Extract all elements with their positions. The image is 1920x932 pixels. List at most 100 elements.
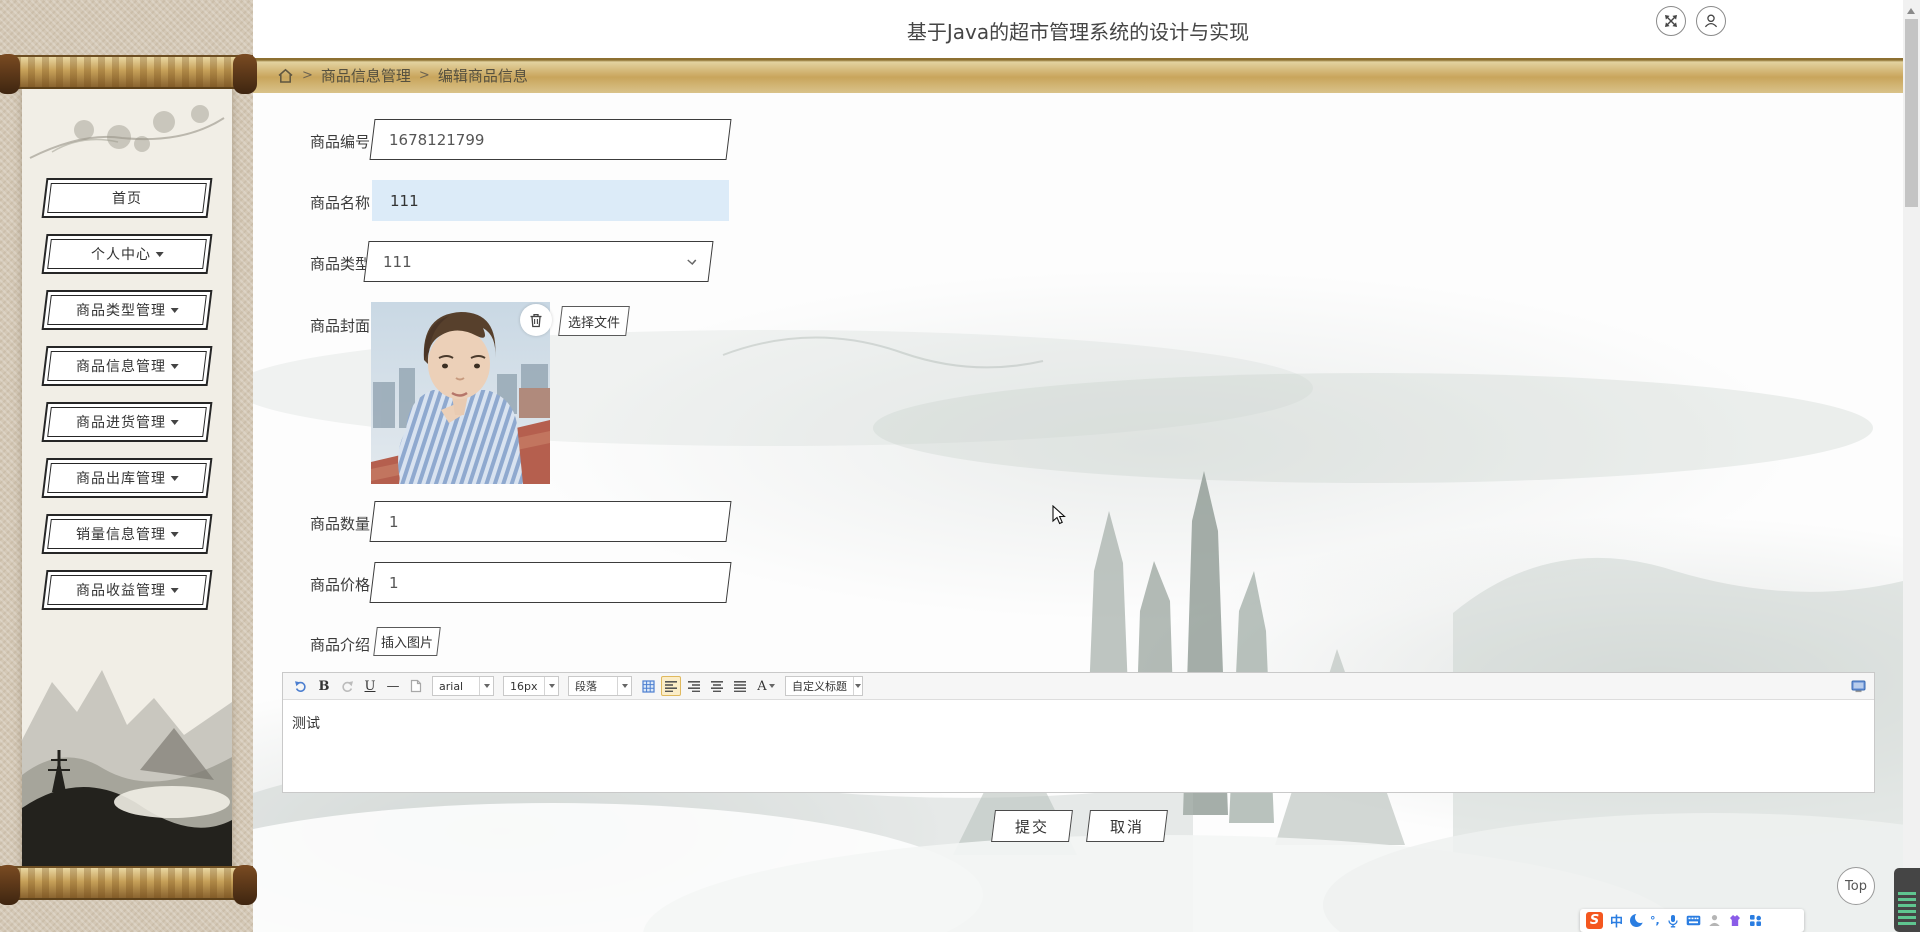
chevron-down-icon: [170, 364, 179, 373]
product-type-select[interactable]: 111: [363, 241, 714, 282]
chevron-down-icon: [768, 684, 775, 691]
product-name-field-frame: [372, 180, 729, 221]
sidebar-menu: 首页 个人中心 商品类型管理 商品信息管理 商品进货管理 商品出库管理 销量信息…: [41, 178, 213, 610]
sidebar-item-product-info-mgmt[interactable]: 商品信息管理: [41, 346, 213, 386]
chevron-down-icon: [170, 308, 179, 317]
chevron-down-icon: [479, 677, 493, 695]
sidebar-item-home[interactable]: 首页: [41, 178, 213, 218]
align-left-button[interactable]: [661, 676, 681, 696]
ime-toolbar: S 中 °,: [1580, 909, 1804, 932]
choose-file-button[interactable]: 选择文件: [558, 306, 630, 336]
fullscreen-button[interactable]: [1656, 6, 1686, 36]
paragraph-format-select[interactable]: 段落: [568, 676, 632, 696]
product-intro-label: 商品介绍: [310, 636, 371, 654]
delete-cover-button[interactable]: [520, 304, 552, 336]
sidebar-item-product-outbound-mgmt[interactable]: 商品出库管理: [41, 458, 213, 498]
align-justify-icon: [734, 681, 746, 692]
home-icon[interactable]: [277, 68, 294, 84]
table-icon: [641, 679, 655, 693]
product-cover-image: [371, 302, 552, 484]
trash-icon: [530, 313, 542, 327]
back-to-top-button[interactable]: Top: [1837, 867, 1875, 905]
monitor-icon: [1851, 680, 1865, 692]
bold-button[interactable]: B: [314, 676, 334, 696]
rich-text-editor: B U — arial 16px 段落 A 自定义标题 测试: [282, 672, 1875, 793]
main-area: 基于Java的超市管理系统的设计与实现 > 商品信息管理 > 编辑商品信息 商品…: [253, 0, 1903, 932]
insert-table-button[interactable]: [638, 676, 658, 696]
chevron-down-icon: [155, 252, 164, 261]
product-name-input[interactable]: [390, 191, 729, 210]
scrollbar[interactable]: [1903, 0, 1920, 932]
font-color-button[interactable]: A: [753, 676, 779, 696]
undo-button[interactable]: [291, 676, 311, 696]
page-icon: [410, 679, 422, 693]
chevron-down-icon: [170, 476, 179, 485]
chevron-down-icon: [853, 677, 862, 695]
align-left-icon: [665, 681, 677, 692]
apps-grid-icon[interactable]: [1749, 914, 1762, 927]
sidebar-item-product-type-mgmt[interactable]: 商品类型管理: [41, 290, 213, 330]
horizontal-rule-button[interactable]: —: [383, 676, 403, 696]
mouse-cursor: [1052, 505, 1066, 525]
sidebar-item-product-revenue-mgmt[interactable]: 商品收益管理: [41, 570, 213, 610]
font-family-select[interactable]: arial: [432, 676, 494, 696]
insert-image-button[interactable]: 插入图片: [373, 627, 441, 656]
chevron-down-icon: [687, 258, 697, 265]
underline-button[interactable]: U: [360, 676, 380, 696]
editor-toolbar: B U — arial 16px 段落 A 自定义标题: [283, 673, 1874, 700]
font-size-select[interactable]: 16px: [503, 676, 559, 696]
cancel-button[interactable]: 取消: [1086, 810, 1168, 842]
scroll-roller-bottom: [0, 865, 257, 905]
chevron-down-icon: [544, 677, 558, 695]
align-justify-button[interactable]: [730, 676, 750, 696]
scrollbar-thumb[interactable]: [1905, 19, 1918, 207]
undo-icon: [295, 681, 306, 692]
breadcrumb-item-current: 编辑商品信息: [437, 67, 528, 85]
ime-status-widget[interactable]: [1894, 868, 1920, 932]
breadcrumb-item[interactable]: 商品信息管理: [321, 65, 411, 86]
ime-language-toggle[interactable]: 中: [1610, 911, 1623, 930]
sidebar-item-sales-info-mgmt[interactable]: 销量信息管理: [41, 514, 213, 554]
sidebar-item-product-purchase-mgmt[interactable]: 商品进货管理: [41, 402, 213, 442]
microphone-icon[interactable]: [1667, 914, 1679, 928]
user-icon: [1704, 14, 1718, 28]
align-right-icon: [688, 681, 700, 692]
sidebar: 首页 个人中心 商品类型管理 商品信息管理 商品进货管理 商品出库管理 销量信息…: [0, 0, 257, 932]
fullscreen-icon: [1665, 15, 1677, 27]
scrollbar-up-arrow[interactable]: [1907, 4, 1915, 14]
chevron-down-icon: [170, 420, 179, 429]
product-name-label: 商品名称: [310, 194, 371, 212]
moon-icon[interactable]: [1630, 912, 1647, 927]
product-type-label: 商品类型: [310, 255, 371, 273]
editor-content[interactable]: 测试: [283, 700, 1874, 792]
product-qty-input[interactable]: [389, 512, 728, 531]
keyboard-icon[interactable]: [1686, 915, 1701, 926]
breadcrumb: > 商品信息管理 > 编辑商品信息: [253, 58, 1903, 93]
top-header: 基于Java的超市管理系统的设计与实现: [253, 0, 1903, 58]
chevron-down-icon: [170, 588, 179, 597]
pine-painting: [29, 105, 225, 159]
product-price-label: 商品价格: [310, 576, 371, 594]
align-center-icon: [711, 681, 723, 692]
user-button[interactable]: [1696, 6, 1726, 36]
punctuation-toggle[interactable]: °,: [1650, 914, 1660, 927]
sidebar-item-personal-center[interactable]: 个人中心: [41, 234, 213, 274]
person-icon[interactable]: [1708, 914, 1721, 927]
product-price-input[interactable]: [389, 573, 728, 592]
skin-shirt-icon[interactable]: [1728, 914, 1742, 927]
product-no-input[interactable]: [389, 130, 728, 149]
sogou-logo-icon[interactable]: S: [1586, 912, 1603, 929]
custom-title-select[interactable]: 自定义标题: [785, 676, 863, 696]
edit-product-form: 商品编号 商品名称 商品类型 111 商品封面: [253, 93, 1903, 932]
chevron-down-icon: [617, 677, 631, 695]
paste-button[interactable]: [406, 676, 426, 696]
editor-fullscreen-button[interactable]: [1848, 676, 1868, 696]
redo-icon: [342, 681, 353, 692]
align-right-button[interactable]: [684, 676, 704, 696]
product-price-field-frame: [369, 562, 732, 603]
app-window: 首页 个人中心 商品类型管理 商品信息管理 商品进货管理 商品出库管理 销量信息…: [0, 0, 1920, 932]
submit-button[interactable]: 提交: [991, 810, 1073, 842]
product-qty-field-frame: [369, 501, 732, 542]
redo-button[interactable]: [337, 676, 357, 696]
align-center-button[interactable]: [707, 676, 727, 696]
